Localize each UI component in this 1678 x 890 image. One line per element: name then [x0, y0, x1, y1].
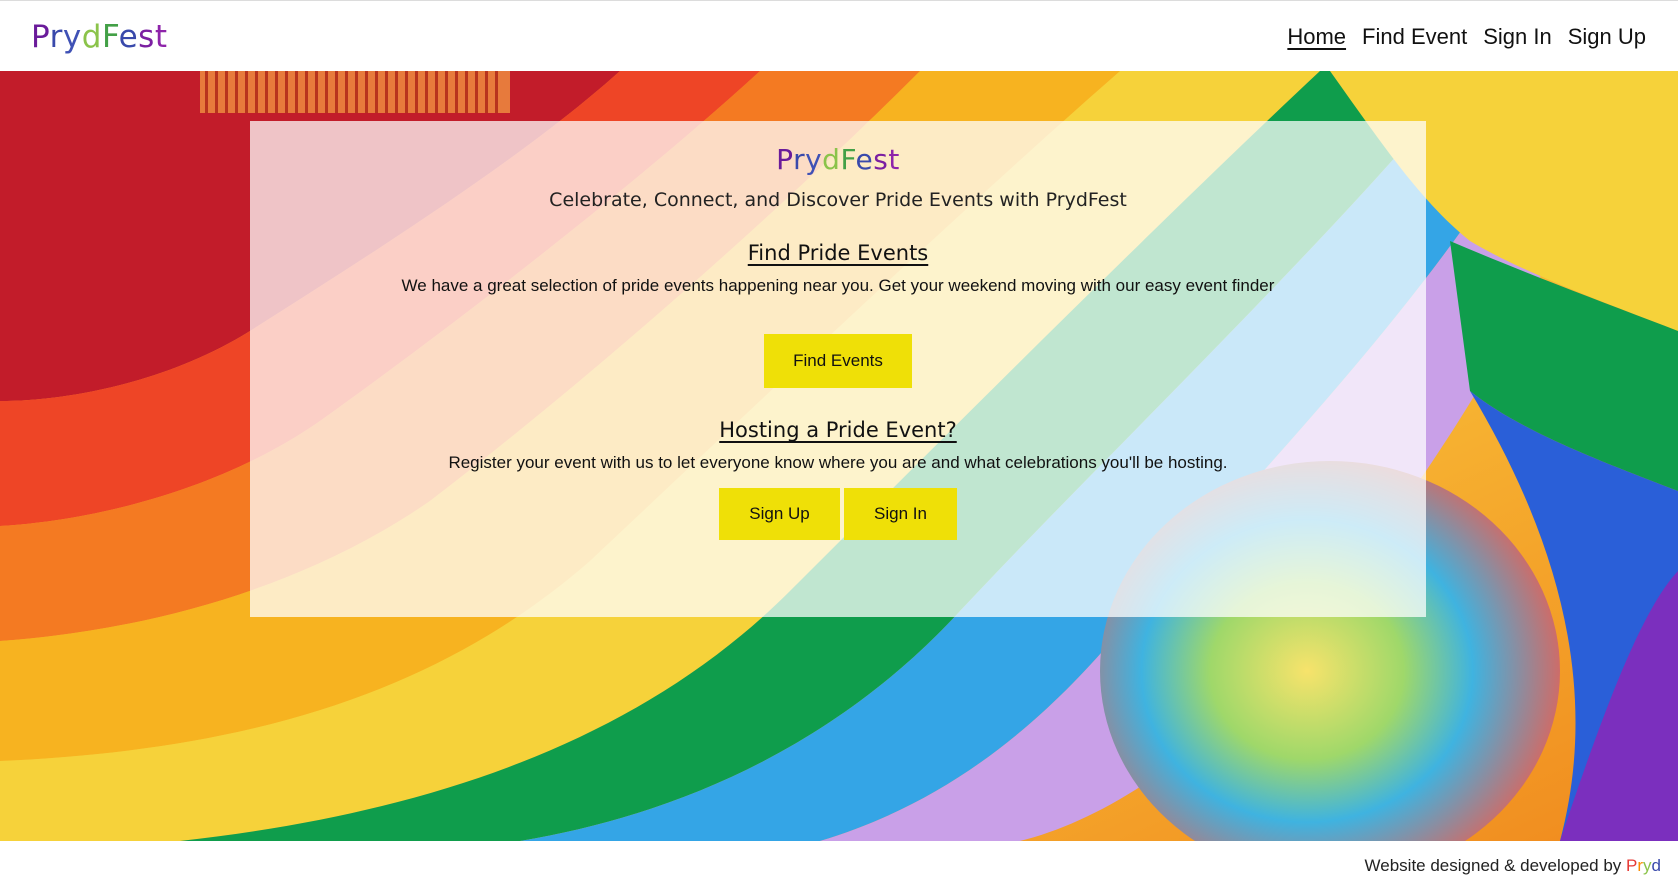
hero-title-letter: s: [873, 143, 889, 176]
footer-credit: Website designed & developed by Pryd: [1365, 854, 1661, 878]
hosting-description: Register your event with us to let every…: [448, 453, 1228, 472]
brand-letter: t: [154, 19, 168, 55]
nav-sign-up-link[interactable]: Sign Up: [1568, 22, 1646, 52]
hero-tagline: Celebrate, Connect, and Discover Pride E…: [549, 189, 1127, 211]
hero-title-letter: e: [855, 143, 874, 176]
nav-links: Home Find Event Sign In Sign Up: [1287, 22, 1646, 52]
brand-letter: s: [138, 19, 155, 55]
brand-letter: d: [81, 19, 102, 55]
hero-title-letter: r: [793, 143, 806, 176]
footer-brand-link[interactable]: Pryd: [1626, 856, 1661, 875]
nav-sign-in-link[interactable]: Sign In: [1483, 22, 1552, 52]
footer-brand-letter: P: [1626, 856, 1638, 875]
footer: Website designed & developed by Pryd: [0, 841, 1678, 890]
footer-brand-letter: d: [1651, 856, 1661, 875]
find-events-description: We have a great selection of pride event…: [401, 276, 1275, 295]
brand-letter: r: [49, 19, 63, 55]
hero-title: PrydFest: [250, 141, 1426, 179]
nav-home-link[interactable]: Home: [1287, 22, 1346, 52]
hero-title-letter: y: [805, 143, 823, 176]
sign-up-button[interactable]: Sign Up: [719, 488, 840, 540]
brand-logo[interactable]: PrydFest: [31, 17, 167, 57]
brand-letter: e: [118, 19, 139, 55]
hero-card: PrydFest Celebrate, Connect, and Discove…: [250, 121, 1426, 617]
find-events-heading: Find Pride Events: [747, 241, 929, 265]
hero-title-letter: d: [822, 143, 841, 176]
brand-letter: P: [31, 19, 50, 55]
footer-brand-letter: y: [1643, 856, 1652, 875]
hero-title-letter: P: [776, 143, 794, 176]
sign-in-button[interactable]: Sign In: [844, 488, 957, 540]
hero-title-letter: t: [888, 143, 900, 176]
footer-credit-text: Website designed & developed by: [1364, 856, 1627, 875]
find-events-button[interactable]: Find Events: [764, 334, 912, 388]
hosting-heading: Hosting a Pride Event?: [719, 418, 957, 442]
navbar: PrydFest Home Find Event Sign In Sign Up: [0, 0, 1678, 71]
hero-section: PrydFest Celebrate, Connect, and Discove…: [0, 71, 1678, 841]
brand-letter: y: [62, 19, 82, 55]
hero-title-letter: F: [840, 143, 856, 176]
nav-find-event-link[interactable]: Find Event: [1362, 22, 1467, 52]
brand-letter: F: [101, 19, 119, 55]
